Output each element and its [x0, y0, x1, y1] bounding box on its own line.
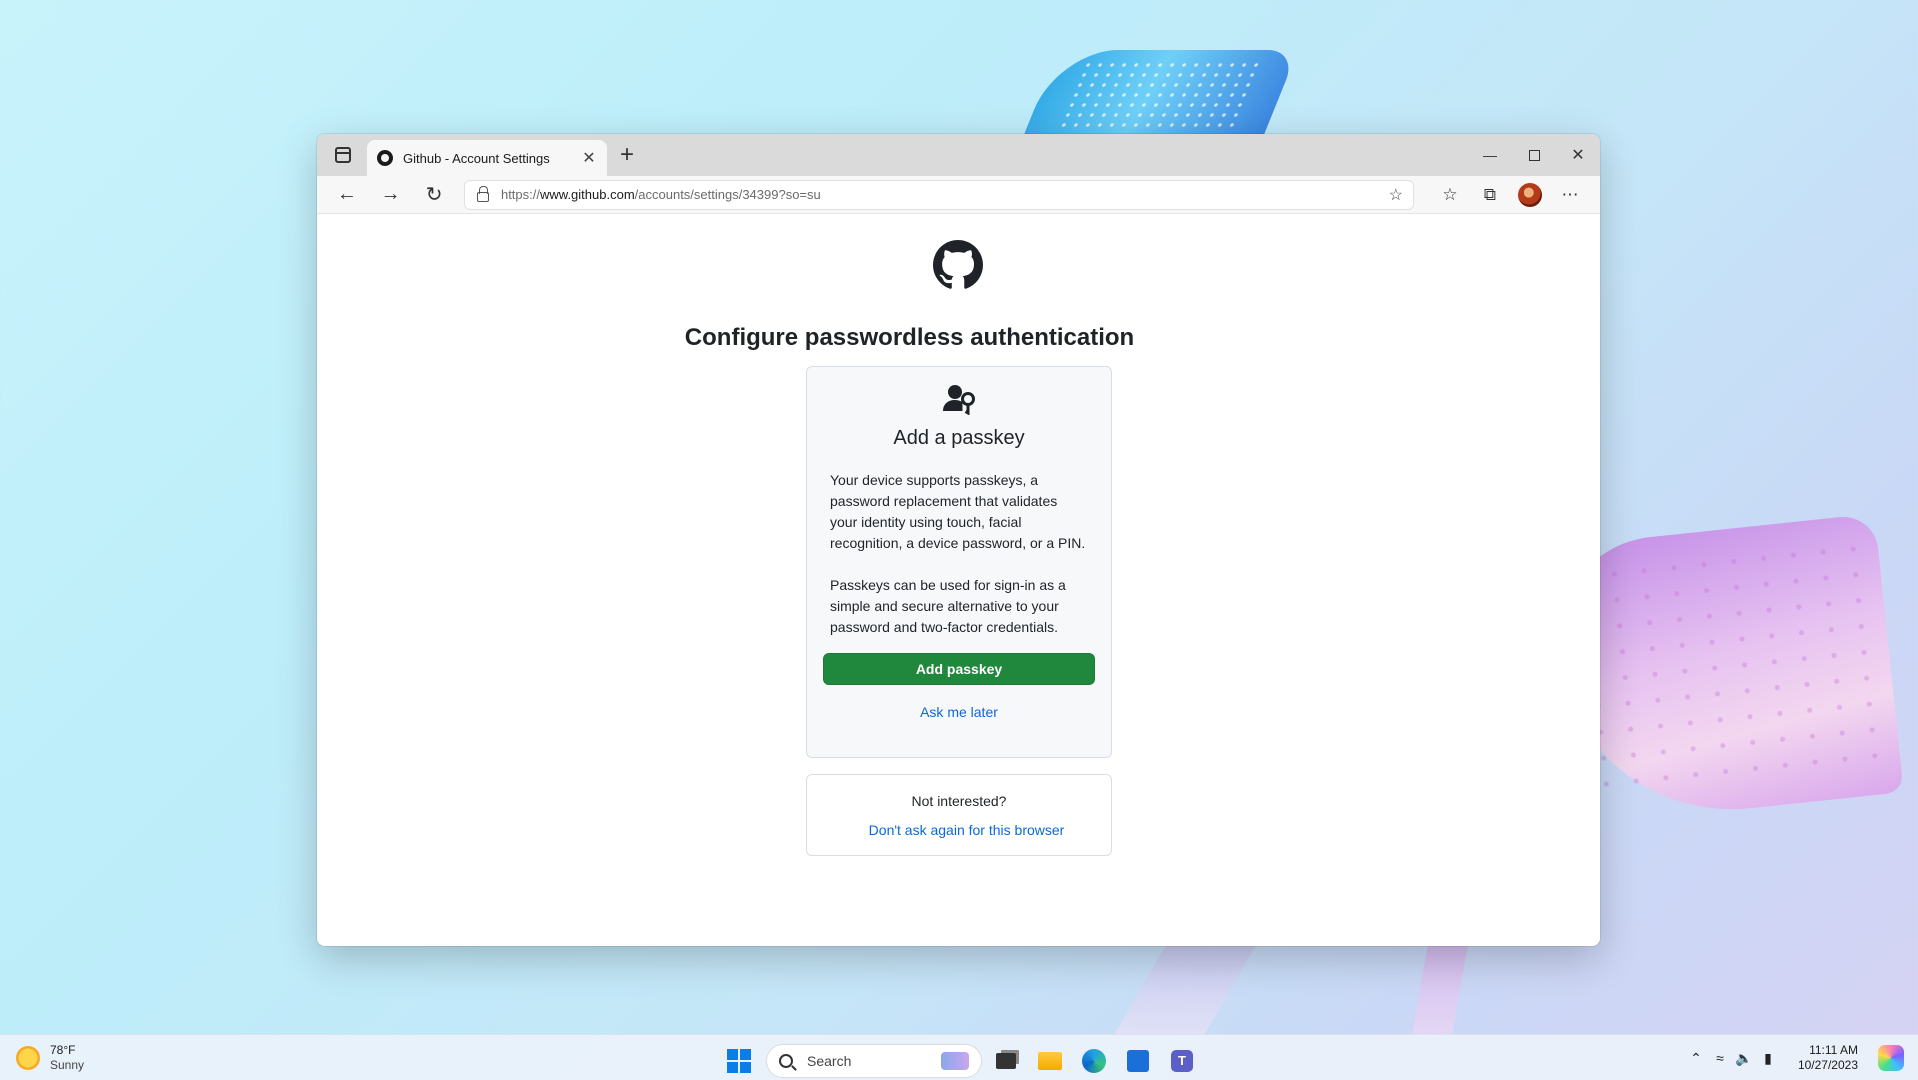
browser-window: Github - Account Settings ✕ + — ✕ ← → ↻ … [317, 134, 1600, 946]
add-passkey-card: Add a passkey Your device supports passk… [806, 366, 1112, 758]
store-button[interactable] [1118, 1041, 1158, 1080]
teams-icon: T [1171, 1050, 1193, 1072]
tab-bar: Github - Account Settings ✕ + — ✕ [317, 134, 1600, 176]
add-passkey-button[interactable]: Add passkey [823, 653, 1095, 685]
back-button[interactable]: ← [327, 179, 367, 211]
battery-icon[interactable]: ▮ [1756, 1050, 1780, 1067]
page-content: Configure passwordless authentication Ad… [317, 214, 1600, 946]
maximize-button[interactable] [1512, 134, 1556, 176]
task-view-icon [996, 1053, 1016, 1069]
github-logo-icon [933, 240, 983, 289]
close-tab-icon[interactable]: ✕ [579, 148, 599, 168]
search-label: Search [807, 1053, 852, 1069]
search-highlight-icon [941, 1052, 969, 1070]
card-title: Add a passkey [893, 427, 1025, 449]
copilot-icon[interactable] [1878, 1045, 1904, 1071]
url-scheme: https:// [500, 187, 540, 202]
avatar [1518, 182, 1542, 207]
url-host: www.github.com [540, 187, 635, 202]
volume-icon[interactable]: 🔈 [1732, 1050, 1756, 1067]
minimize-button[interactable]: — [1468, 134, 1512, 176]
wallpaper-ribbon [1114, 945, 1256, 1035]
forward-button[interactable]: → [371, 179, 411, 211]
ask-me-later-link[interactable]: Ask me later [830, 704, 1088, 720]
favorites-icon[interactable]: ☆ [1430, 179, 1470, 211]
profile-avatar[interactable] [1510, 179, 1550, 211]
taskbar-apps: Search T [722, 1041, 1202, 1080]
lock-icon[interactable] [476, 185, 489, 202]
start-button[interactable] [722, 1044, 756, 1078]
collections-icon[interactable]: ⧉ [1470, 179, 1510, 211]
file-explorer-icon [1038, 1052, 1062, 1070]
new-tab-button[interactable]: + [613, 142, 641, 170]
more-options-icon[interactable]: ⋯ [1550, 179, 1590, 211]
tab-title: Github - Account Settings [403, 150, 550, 166]
weather-condition: Sunny [50, 1058, 85, 1072]
tab-actions-icon[interactable] [335, 147, 351, 163]
add-favorite-icon[interactable]: ☆ [1389, 185, 1403, 205]
clock-date: 10/27/2023 [1797, 1058, 1858, 1072]
wifi-icon[interactable]: ≈ [1708, 1050, 1732, 1066]
system-tray: ⌃ ≈ 🔈 ▮ 11:11 AM 10/27/2023 [1684, 1035, 1858, 1080]
search-icon [779, 1054, 793, 1068]
weather-widget[interactable]: 78°F Sunny [16, 1043, 84, 1073]
url-text: https://www.github.com/accounts/settings… [501, 187, 1389, 202]
window-controls: — ✕ [1468, 134, 1600, 176]
taskbar-search[interactable]: Search [766, 1044, 982, 1078]
taskbar: 78°F Sunny Search T ⌃ ≈ 🔈 ▮ 11:11 AM 10/… [0, 1034, 1918, 1080]
address-bar[interactable]: https://www.github.com/accounts/settings… [463, 179, 1414, 210]
file-explorer-button[interactable] [1030, 1041, 1070, 1080]
github-favicon-icon [377, 150, 393, 166]
dont-ask-again-link[interactable]: Don't ask again for this browser [822, 822, 1111, 838]
passkey-description: Your device supports passkeys, a passwor… [830, 472, 1086, 551]
toolbar-icons: ☆ ⧉ ⋯ [1430, 179, 1590, 211]
wallpaper-ribbon [1021, 50, 1299, 140]
store-icon [1127, 1050, 1149, 1072]
passkey-icon [943, 385, 975, 415]
task-view-button[interactable] [986, 1041, 1026, 1080]
close-window-button[interactable]: ✕ [1556, 134, 1600, 176]
maximize-icon [1528, 149, 1540, 161]
passkey-benefits: Passkeys can be used for sign-in as a si… [830, 577, 1066, 635]
weather-text: 78°F Sunny [50, 1043, 84, 1073]
tab-github-account-settings[interactable]: Github - Account Settings ✕ [367, 140, 607, 176]
refresh-button[interactable]: ↻ [414, 179, 454, 211]
wallpaper-ribbon [1412, 945, 1468, 1035]
edge-icon [1082, 1049, 1106, 1073]
chevron-up-icon[interactable]: ⌃ [1684, 1050, 1708, 1067]
weather-temperature: 78°F [50, 1043, 76, 1057]
not-interested-card: Not interested? Don't ask again for this… [806, 774, 1112, 856]
edge-button[interactable] [1074, 1041, 1114, 1080]
not-interested-text: Not interested? [911, 793, 1007, 809]
clock[interactable]: 11:11 AM 10/27/2023 [1798, 1043, 1858, 1073]
page-title: Configure passwordless authentication [684, 324, 1135, 351]
sun-icon [16, 1046, 40, 1070]
teams-button[interactable]: T [1162, 1041, 1202, 1080]
browser-toolbar: ← → ↻ https://www.github.com/accounts/se… [317, 176, 1600, 214]
url-path: /accounts/settings/34399?so=su [634, 187, 821, 202]
clock-time: 11:11 AM [1809, 1043, 1858, 1057]
